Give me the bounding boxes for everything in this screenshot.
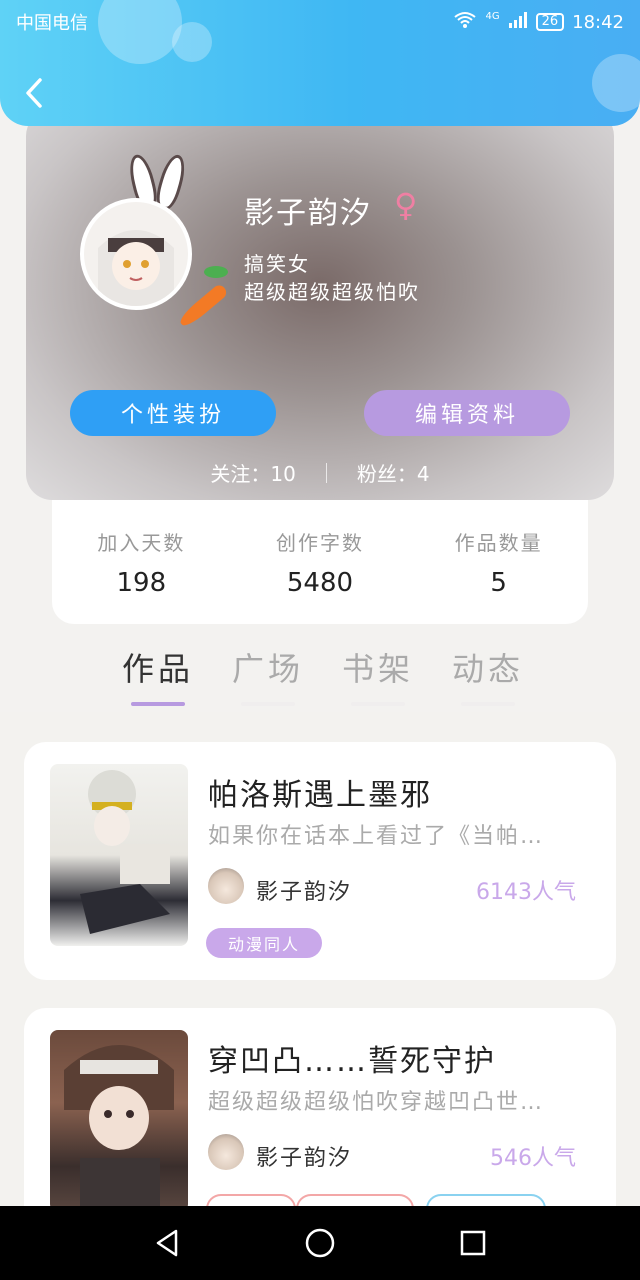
status-indicators: 4G 26 18:42 xyxy=(453,11,624,34)
avatar[interactable] xyxy=(78,152,229,330)
work-description: 如果你在话本上看过了《当帕… xyxy=(208,824,545,849)
tab-underline xyxy=(351,702,405,706)
profile-bio-line2: 超级超级超级怕吹 xyxy=(244,280,420,304)
nav-recents-icon[interactable] xyxy=(453,1223,493,1263)
carrot-icon xyxy=(177,282,229,330)
stat-value: 5480 xyxy=(286,567,354,598)
stat-value: 5 xyxy=(490,567,507,598)
stat-label: 作品数量 xyxy=(454,530,543,555)
fans-count: 4 xyxy=(416,462,430,486)
popularity-count: 6143人气 xyxy=(476,880,576,905)
network-label: 4G xyxy=(485,10,500,22)
battery-indicator: 26 xyxy=(535,13,565,31)
author-name: 影子韵汐 xyxy=(256,880,353,905)
fans-stat[interactable]: 粉丝：4 xyxy=(357,458,430,487)
tab-works[interactable]: 作品 xyxy=(118,644,198,706)
popularity-count: 546人气 xyxy=(490,1146,576,1171)
work-title: 穿凹凸……誓死守护 xyxy=(208,1044,496,1079)
work-description: 超级超级超级怕吹穿越凹凸世… xyxy=(208,1090,545,1115)
divider xyxy=(325,462,327,483)
follow-stats-row: 关注：10 粉丝：4 xyxy=(26,458,614,487)
tab-bookshelf[interactable]: 书架 xyxy=(338,644,418,706)
tab-square[interactable]: 广场 xyxy=(228,644,308,706)
work-cover-image xyxy=(50,764,188,946)
tab-underline xyxy=(461,702,515,706)
stat-label: 加入天数 xyxy=(97,530,186,555)
signal-icon xyxy=(508,11,528,34)
following-count: 10 xyxy=(270,462,296,486)
profile-card: 影子韵汐 ♀ 搞笑女 超级超级超级怕吹 个性装扮 编辑资料 关注：10 粉丝：4 xyxy=(26,110,614,500)
nav-home-icon[interactable] xyxy=(300,1223,340,1263)
work-card[interactable]: 穿凹凸……誓死守护 超级超级超级怕吹穿越凹凸世… 影子韵汐 546人气 xyxy=(24,1008,616,1228)
carrot-leaf-icon xyxy=(204,266,228,278)
work-title: 帕洛斯遇上墨邪 xyxy=(208,778,432,813)
status-bar: 中国电信 4G 26 18:42 xyxy=(16,10,624,35)
profile-bio-line1: 搞笑女 xyxy=(244,252,310,276)
content-tabs: 作品 广场 书架 动态 xyxy=(118,644,528,706)
profile-username: 影子韵汐 xyxy=(244,196,372,231)
stat-works-count: 作品数量 5 xyxy=(455,527,543,598)
back-chevron-icon[interactable] xyxy=(20,76,50,110)
carrier-label: 中国电信 xyxy=(16,13,88,34)
tag-badge[interactable]: 动漫同人 xyxy=(206,928,322,958)
clock: 18:42 xyxy=(572,11,624,33)
stats-panel: 加入天数 198 创作字数 5480 作品数量 5 xyxy=(52,500,588,624)
female-gender-icon: ♀ xyxy=(394,186,418,224)
stat-join-days: 加入天数 198 xyxy=(97,527,185,598)
author-avatar xyxy=(208,1134,244,1170)
top-header: 中国电信 4G 26 18:42 xyxy=(0,0,640,126)
tab-activity[interactable]: 动态 xyxy=(448,644,528,706)
avatar-image xyxy=(80,198,192,310)
edit-profile-button[interactable]: 编辑资料 xyxy=(364,390,570,436)
tab-underline xyxy=(241,702,295,706)
tab-label: 书架 xyxy=(341,650,414,688)
stat-value: 198 xyxy=(116,567,167,598)
decor-bubble xyxy=(592,54,640,112)
tab-label: 作品 xyxy=(121,650,194,688)
stat-word-count: 创作字数 5480 xyxy=(276,527,364,598)
tab-label: 动态 xyxy=(451,650,524,688)
tab-label: 广场 xyxy=(231,650,304,688)
following-stat[interactable]: 关注：10 xyxy=(210,458,295,487)
stat-label: 创作字数 xyxy=(275,530,364,555)
work-card[interactable]: 帕洛斯遇上墨邪 如果你在话本上看过了《当帕… 影子韵汐 6143人气 动漫同人 xyxy=(24,742,616,980)
system-navigation-bar xyxy=(0,1206,640,1280)
work-cover-image xyxy=(50,1030,188,1212)
personal-skin-button[interactable]: 个性装扮 xyxy=(70,390,276,436)
author-name: 影子韵汐 xyxy=(256,1146,353,1171)
author-avatar xyxy=(208,868,244,904)
tab-underline xyxy=(131,702,185,706)
fans-label: 粉丝： xyxy=(356,462,417,486)
following-label: 关注： xyxy=(210,462,271,486)
wifi-icon xyxy=(453,11,477,34)
nav-back-icon[interactable] xyxy=(147,1223,187,1263)
